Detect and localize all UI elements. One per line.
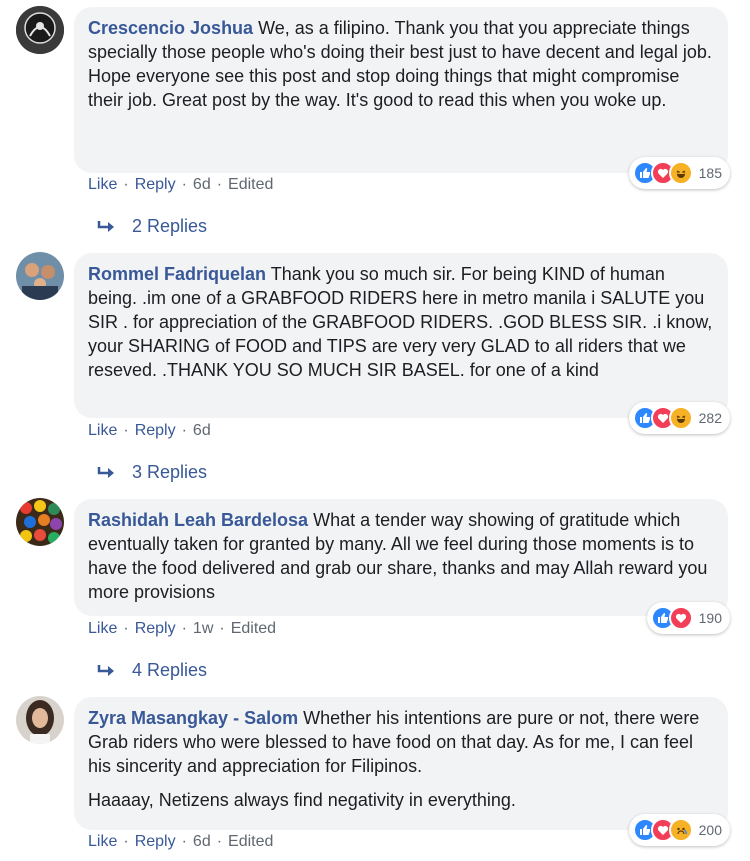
view-replies-link[interactable]: 2 Replies (96, 216, 207, 237)
avatar-image (16, 6, 64, 54)
comment-bubble: Crescencio Joshua We, as a filipino. Tha… (74, 7, 728, 173)
avatar[interactable] (16, 696, 64, 744)
comment-bubble: Zyra Masangkay - Salom Whether his inten… (74, 697, 728, 830)
reply-button[interactable]: Reply (135, 422, 176, 439)
comment-author[interactable]: Zyra Masangkay - Salom (88, 708, 298, 728)
reply-arrow-icon (97, 220, 114, 232)
reply-button[interactable]: Reply (135, 176, 176, 193)
love-icon (668, 606, 693, 630)
sad-icon (668, 818, 693, 842)
avatar[interactable] (16, 498, 64, 546)
reaction-summary[interactable]: 282 (628, 402, 730, 434)
haha-icon (668, 406, 693, 430)
replies-count[interactable]: 2 Replies (132, 216, 207, 237)
edited-label: Edited (228, 176, 274, 193)
edited-label: Edited (228, 833, 274, 850)
avatar-image (16, 498, 64, 546)
avatar[interactable] (16, 6, 64, 54)
view-replies-link[interactable]: 4 Replies (96, 660, 207, 681)
reply-arrow-icon (97, 466, 114, 478)
comment-time[interactable]: 6d (193, 422, 211, 439)
comment-actions: Like · Reply · 6d · Edited (88, 176, 274, 193)
reply-arrow-icon (97, 664, 114, 676)
reaction-count: 282 (698, 410, 722, 426)
like-button[interactable]: Like (88, 620, 117, 637)
reply-button[interactable]: Reply (135, 620, 176, 637)
replies-count[interactable]: 3 Replies (132, 462, 207, 483)
comment-author[interactable]: Crescencio Joshua (88, 18, 253, 38)
reaction-count: 185 (698, 165, 722, 181)
like-button[interactable]: Like (88, 176, 117, 193)
comment-time[interactable]: 6d (193, 176, 211, 193)
reply-button[interactable]: Reply (135, 833, 176, 850)
comment-bubble: Rashidah Leah Bardelosa What a tender wa… (74, 499, 728, 616)
avatar-image (16, 252, 64, 300)
reaction-count: 190 (698, 610, 722, 626)
comment-author[interactable]: Rashidah Leah Bardelosa (88, 510, 308, 530)
comment-text: Haaaay, Netizens always find negativity … (88, 790, 516, 810)
reaction-summary[interactable]: 185 (628, 157, 730, 189)
comment-author[interactable]: Rommel Fadriquelan (88, 264, 266, 284)
comment-time[interactable]: 6d (193, 833, 211, 850)
comment-text: Hope everyone see this post and stop doi… (88, 66, 680, 110)
comment-bubble: Rommel Fadriquelan Thank you so much sir… (74, 253, 728, 418)
reaction-summary[interactable]: 200 (628, 814, 730, 846)
replies-count[interactable]: 4 Replies (132, 660, 207, 681)
comment-actions: Like · Reply · 1w · Edited (88, 620, 277, 637)
like-button[interactable]: Like (88, 833, 117, 850)
comment-actions: Like · Reply · 6d (88, 422, 211, 439)
comment-time[interactable]: 1w (193, 620, 213, 637)
avatar-image (16, 696, 64, 744)
avatar[interactable] (16, 252, 64, 300)
comment-actions: Like · Reply · 6d · Edited (88, 833, 274, 850)
reaction-count: 200 (698, 822, 722, 838)
edited-label: Edited (230, 620, 277, 637)
view-replies-link[interactable]: 3 Replies (96, 462, 207, 483)
reaction-summary[interactable]: 190 (646, 602, 730, 634)
like-button[interactable]: Like (88, 422, 117, 439)
haha-icon (668, 161, 693, 185)
